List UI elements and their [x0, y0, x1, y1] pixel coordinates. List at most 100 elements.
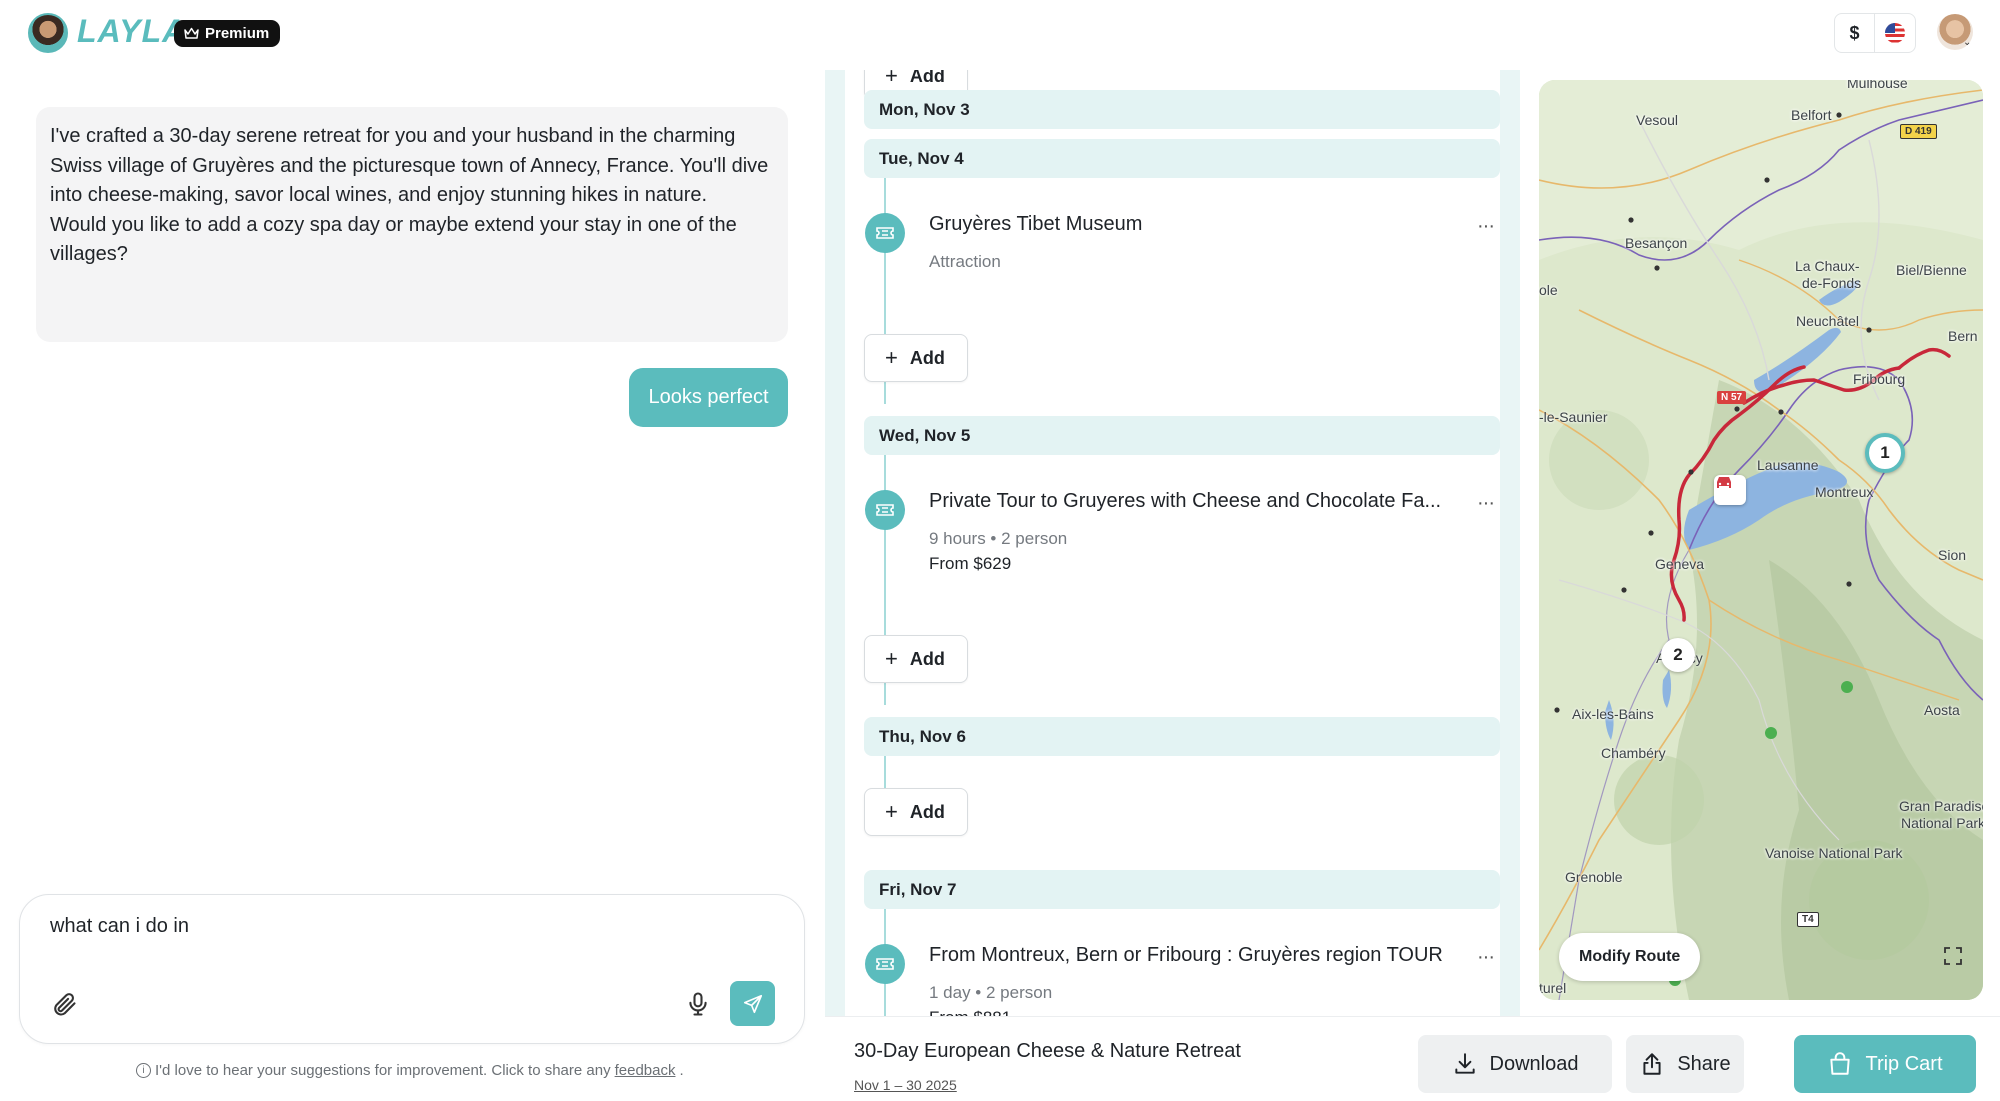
itinerary-list[interactable]: + Add Mon, Nov 3 Tue, Nov 4 Gruyères Tibe… — [845, 70, 1500, 1016]
plus-icon: + — [885, 646, 898, 671]
activity-subtitle: 9 hours • 2 person — [929, 529, 1068, 548]
map-panel: Mulhouse Vesoul Belfort Besançon La Chau… — [1520, 70, 2000, 1016]
day-header[interactable]: Mon, Nov 3 — [864, 90, 1500, 129]
trip-cart-button[interactable]: Trip Cart — [1794, 1035, 1976, 1093]
app-logo[interactable]: LAYLA — [77, 13, 186, 50]
more-options-icon[interactable]: ··· — [1477, 216, 1495, 236]
more-options-icon[interactable]: ··· — [1477, 947, 1495, 967]
map-label: Fribourg — [1853, 371, 1906, 387]
assistant-message: I've crafted a 30-day serene retreat for… — [36, 107, 788, 342]
plus-icon: + — [885, 345, 898, 370]
feedback-link[interactable]: feedback — [615, 1062, 676, 1079]
car-icon[interactable] — [1714, 475, 1746, 505]
ticket-icon — [865, 490, 905, 530]
us-flag-icon — [1885, 23, 1905, 43]
share-button[interactable]: Share — [1626, 1035, 1744, 1093]
map-label: Besançon — [1625, 235, 1688, 251]
day-header[interactable]: Tue, Nov 4 — [864, 139, 1500, 178]
itinerary-panel: + Add Mon, Nov 3 Tue, Nov 4 Gruyères Tibe… — [825, 70, 1520, 1016]
add-label: Add — [909, 801, 945, 822]
feedback-period: . — [679, 1062, 684, 1079]
add-button[interactable]: + Add — [864, 334, 968, 382]
road-badge: N 57 — [1717, 391, 1747, 404]
activity-title[interactable]: Private Tour to Gruyeres with Cheese and… — [929, 490, 1441, 513]
language-button[interactable] — [1875, 14, 1915, 52]
map-label: Belfort — [1791, 107, 1832, 123]
share-icon — [1643, 1053, 1661, 1075]
premium-badge[interactable]: Premium — [174, 20, 281, 47]
crown-icon — [184, 27, 199, 39]
day-header[interactable]: Thu, Nov 6 — [864, 717, 1500, 756]
download-icon — [1454, 1053, 1475, 1074]
feedback-note: i I'd love to hear your suggestions for … — [136, 1062, 684, 1079]
activity-title[interactable]: From Montreux, Bern or Fribourg : Gruyèr… — [929, 944, 1443, 967]
add-label: Add — [909, 648, 945, 669]
map-label: Neuchâtel — [1796, 313, 1860, 329]
add-label: Add — [909, 70, 945, 86]
map-label: Chambéry — [1601, 745, 1666, 761]
day-header[interactable]: Fri, Nov 7 — [864, 870, 1500, 909]
download-label: Download — [1489, 1052, 1579, 1075]
add-button[interactable]: + Add — [864, 788, 968, 836]
trip-footer: 30-Day European Cheese & Nature Retreat … — [825, 1016, 2000, 1101]
chat-input[interactable] — [50, 915, 750, 938]
app-header: LAYLA Premium $ ⌄ — [0, 0, 2000, 64]
ticket-icon — [865, 944, 905, 984]
add-button[interactable]: + Add — [864, 635, 968, 683]
trip-title[interactable]: 30-Day European Cheese & Nature Retreat — [854, 1040, 1241, 1063]
map-label: turel — [1539, 980, 1567, 996]
trip-cart-label: Trip Cart — [1865, 1052, 1943, 1075]
microphone-icon[interactable] — [684, 990, 712, 1018]
map-label: Vanoise National Park — [1765, 845, 1903, 861]
assistant-message-paragraph: Would you like to add a cozy spa day or … — [50, 213, 737, 266]
premium-label: Premium — [205, 25, 270, 42]
send-button[interactable] — [730, 981, 775, 1026]
info-icon: i — [136, 1063, 151, 1078]
day-header[interactable]: Wed, Nov 5 — [864, 416, 1500, 455]
timeline-line — [884, 756, 886, 788]
paperclip-icon[interactable] — [50, 990, 78, 1018]
assistant-message-paragraph: I've crafted a 30-day serene retreat for… — [50, 125, 769, 206]
shopping-bag-icon — [1830, 1052, 1851, 1075]
activity-subtitle: 1 day • 2 person — [929, 983, 1053, 1002]
map-label: Sion — [1938, 547, 1967, 563]
activity-price: From $629 — [929, 554, 1012, 573]
map-label: Mulhouse — [1847, 80, 1908, 91]
locale-controls: $ — [1834, 13, 1916, 53]
activity-price: From $881 — [929, 1008, 1011, 1016]
currency-button[interactable]: $ — [1835, 14, 1876, 52]
activity-subtitle: Attraction — [929, 252, 1001, 271]
ticket-icon — [865, 213, 905, 253]
road-badge: T4 — [1797, 912, 1819, 927]
activity-title[interactable]: Gruyères Tibet Museum — [929, 213, 1142, 236]
more-options-icon[interactable]: ··· — [1477, 493, 1495, 513]
trip-dates[interactable]: Nov 1 – 30 2025 — [854, 1077, 957, 1093]
send-icon — [743, 994, 762, 1013]
plus-icon: + — [885, 799, 898, 824]
route-map[interactable]: Mulhouse Vesoul Belfort Besançon La Chau… — [1539, 80, 1983, 1000]
map-marker-2[interactable]: 2 — [1661, 638, 1695, 672]
layla-avatar-logo[interactable] — [28, 13, 68, 53]
fullscreen-icon[interactable] — [1943, 946, 1969, 972]
map-label: Aosta — [1924, 702, 1960, 718]
share-label: Share — [1677, 1052, 1731, 1075]
map-marker-1[interactable]: 1 — [1865, 433, 1905, 473]
chevron-down-icon[interactable]: ⌄ — [1963, 37, 1971, 48]
map-label: National Park — [1901, 815, 1983, 831]
map-label: Grenoble — [1565, 869, 1623, 885]
feedback-text: I'd love to hear your suggestions for im… — [155, 1062, 611, 1079]
map-label: Biel/Bienne — [1896, 262, 1967, 278]
map-label: Geneva — [1655, 556, 1705, 572]
map-label: Gran Paradiso — [1899, 798, 1983, 814]
map-label: -le-Saunier — [1539, 409, 1608, 425]
modify-route-button[interactable]: Modify Route — [1559, 933, 1701, 981]
map-label: Montreux — [1815, 484, 1874, 500]
download-button[interactable]: Download — [1418, 1035, 1612, 1093]
chat-composer — [19, 894, 805, 1044]
plus-icon: + — [885, 70, 898, 88]
add-label: Add — [909, 347, 945, 368]
map-label: Vesoul — [1636, 112, 1679, 128]
map-terrain — [1539, 80, 1983, 1000]
map-label: Bern — [1948, 328, 1978, 344]
map-label: La Chaux- — [1795, 258, 1860, 274]
